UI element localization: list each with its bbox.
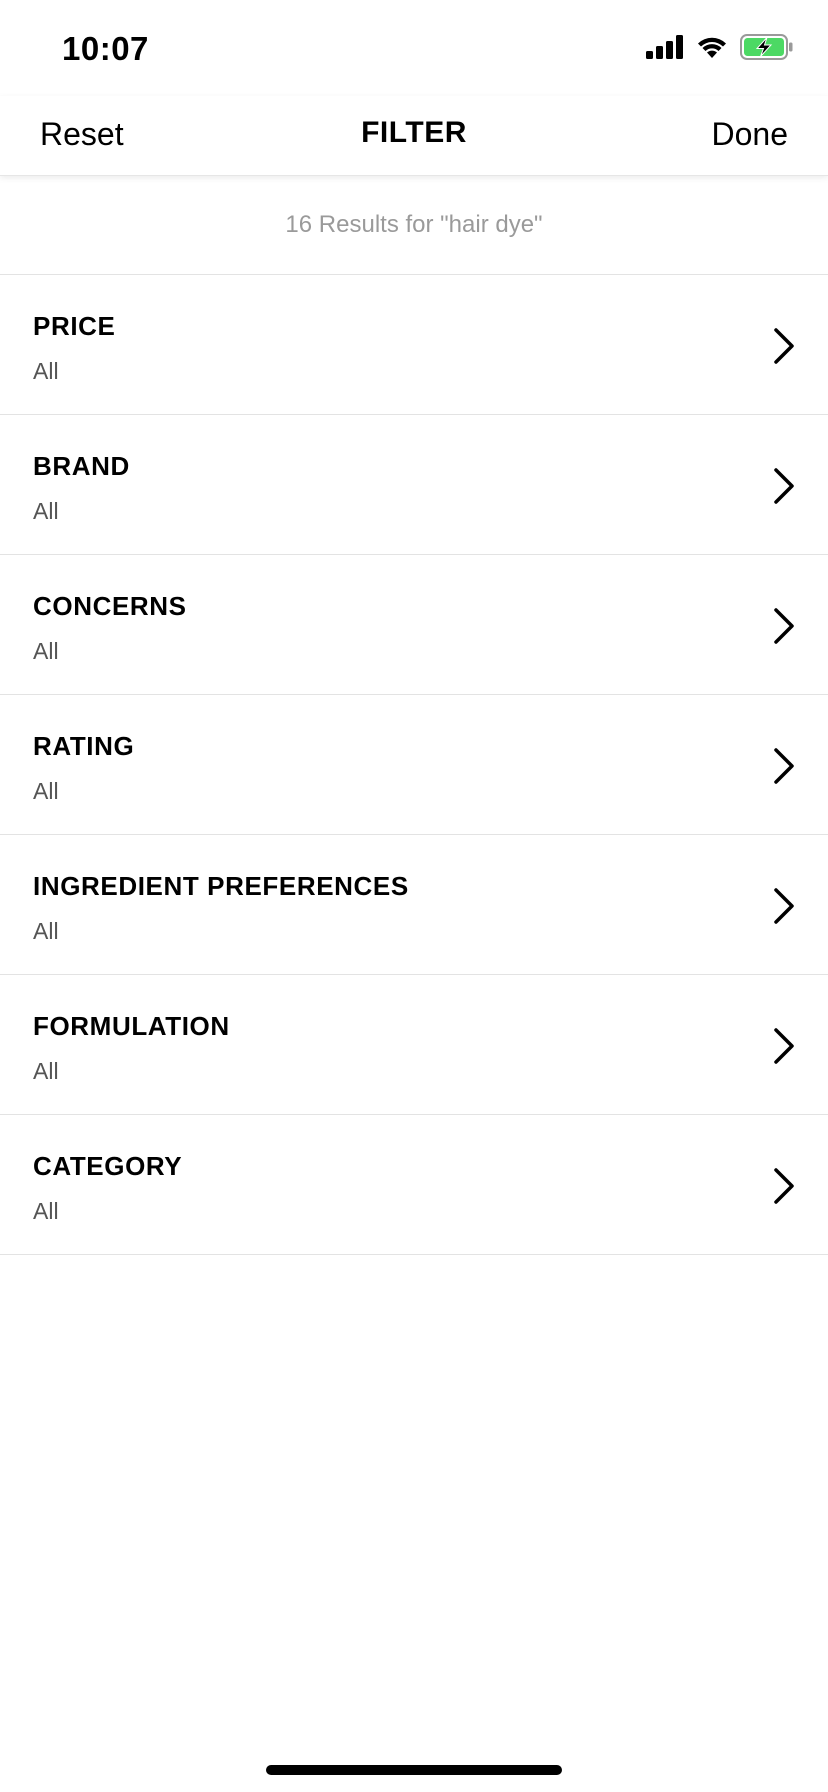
filter-row-concerns[interactable]: CONCERNS All (0, 555, 828, 695)
chevron-right-icon (774, 748, 794, 784)
filter-screen: 10:07 Reset FILTER Done 16 Results for "… (0, 0, 828, 1792)
status-icons (646, 33, 794, 65)
chevron-right-icon (774, 468, 794, 504)
filter-value: All (33, 918, 59, 944)
chevron-right-icon (774, 608, 794, 644)
filter-value: All (33, 358, 59, 384)
home-indicator[interactable] (266, 1765, 562, 1775)
filter-label: FORMULATION (33, 1011, 230, 1041)
filter-row-formulation[interactable]: FORMULATION All (0, 975, 828, 1115)
chevron-right-icon (774, 1028, 794, 1064)
nav-bar: Reset FILTER Done (0, 96, 828, 176)
battery-charging-icon (740, 33, 794, 65)
filter-value: All (33, 498, 59, 524)
status-bar: 10:07 (0, 0, 828, 96)
filter-row-ingredient-preferences[interactable]: INGREDIENT PREFERENCES All (0, 835, 828, 975)
chevron-right-icon (774, 328, 794, 364)
filter-row-rating[interactable]: RATING All (0, 695, 828, 835)
chevron-right-icon (774, 1168, 794, 1204)
results-count: 16 Results for "hair dye" (0, 176, 828, 275)
filter-value: All (33, 1198, 59, 1224)
filter-label: RATING (33, 731, 135, 761)
done-button[interactable]: Done (712, 116, 789, 153)
chevron-right-icon (774, 888, 794, 924)
filter-label: INGREDIENT PREFERENCES (33, 871, 409, 901)
filter-label: PRICE (33, 311, 116, 341)
filter-row-brand[interactable]: BRAND All (0, 415, 828, 555)
cellular-signal-icon (646, 34, 684, 64)
wifi-icon (696, 35, 728, 64)
filter-list: PRICE All BRAND All CONCERNS All RATING … (0, 275, 828, 1255)
filter-value: All (33, 638, 59, 664)
filter-label: BRAND (33, 451, 130, 481)
filter-row-category[interactable]: CATEGORY All (0, 1115, 828, 1255)
filter-value: All (33, 778, 59, 804)
page-title: FILTER (361, 116, 467, 149)
status-time: 10:07 (62, 30, 149, 67)
filter-label: CONCERNS (33, 591, 187, 621)
filter-label: CATEGORY (33, 1151, 183, 1181)
filter-row-price[interactable]: PRICE All (0, 275, 828, 415)
filter-value: All (33, 1058, 59, 1084)
